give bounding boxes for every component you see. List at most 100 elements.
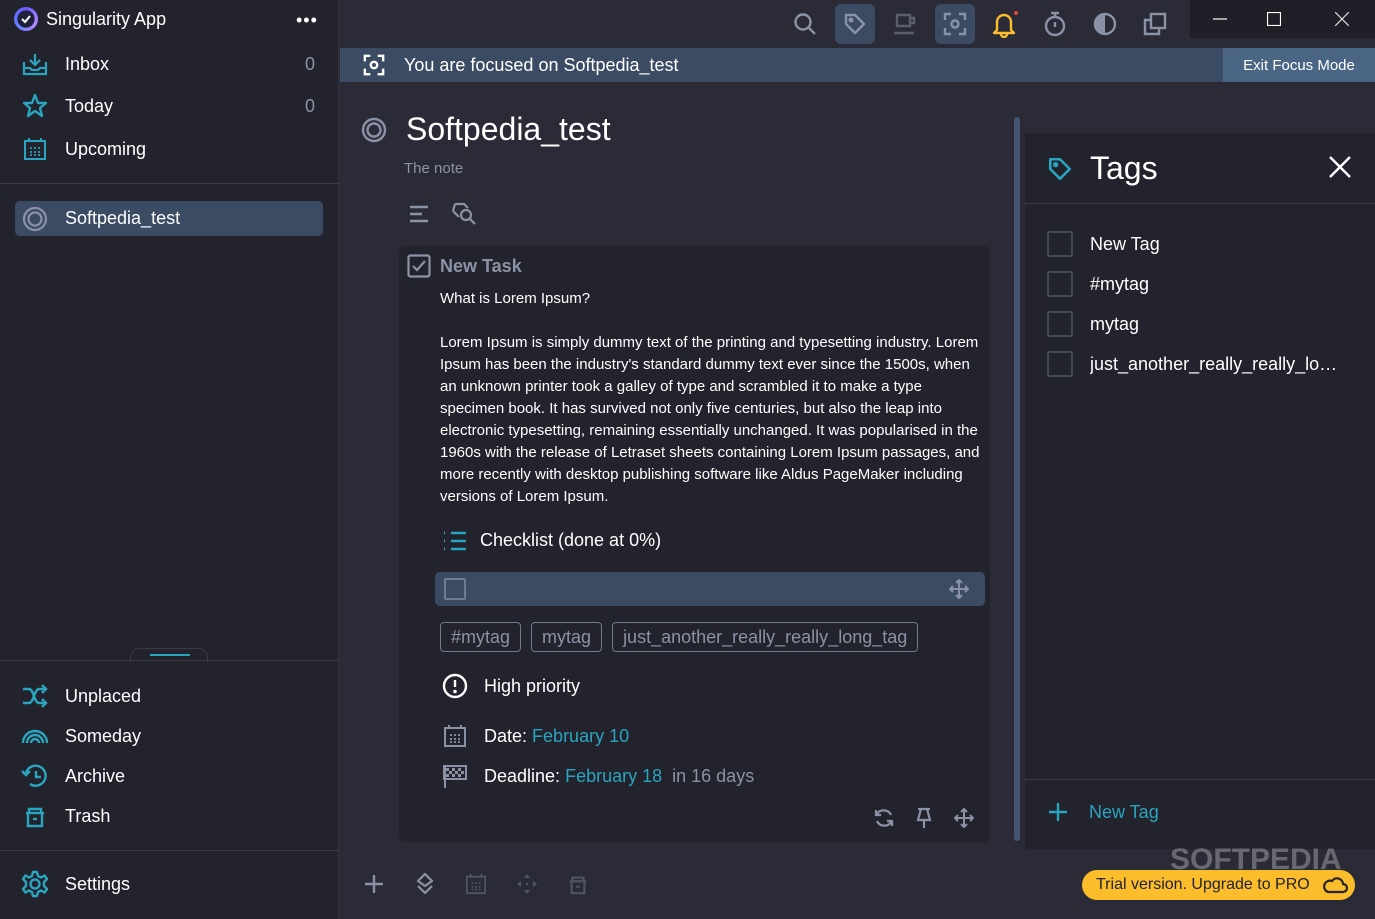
tag-label: #mytag [1090,273,1150,294]
close-tags-panel-button[interactable] [1329,156,1351,183]
notifications-button[interactable] [985,4,1025,44]
drag-handle-icon [954,808,974,828]
scrollbar[interactable] [1014,117,1020,841]
tag-chip[interactable]: #mytag [440,622,522,652]
sidebar: Singularity App ••• Inbox 0 Today 0 Upco… [0,0,339,919]
sidebar-item-someday[interactable]: Someday [0,716,339,756]
tag-checkbox[interactable] [1047,271,1073,297]
new-tag-label: New Tag [1089,801,1159,822]
priority-row[interactable]: High priority [440,671,580,701]
search-icon [794,13,816,35]
deadline-row[interactable]: Deadline: February 18 in 16 days [440,761,754,791]
app-logo-icon [14,7,38,31]
task-checkbox[interactable] [407,254,431,283]
window-controls [1190,0,1375,38]
repeat-icon [874,809,894,827]
focus-banner-text: You are focused on Softpedia_test [404,54,679,75]
tag-chip[interactable]: just_another_really_really_long_tag [612,622,919,652]
move-button[interactable] [952,806,976,830]
project-title[interactable]: Softpedia_test [406,111,611,148]
window-mode-button[interactable] [1135,4,1175,44]
sidebar-item-upcoming[interactable]: Upcoming [0,129,339,169]
calendar-icon [465,873,487,895]
break-button[interactable] [885,4,925,44]
tag-checkbox[interactable] [1047,311,1073,337]
project-circle-icon [361,117,387,148]
minimize-button[interactable] [1190,0,1250,38]
tag-list-item[interactable]: just_another_really_really_long_tag [1047,351,1340,377]
date-value[interactable]: February 10 [532,726,629,747]
task-title[interactable]: New Task [440,256,522,277]
add-project-button[interactable] [413,872,437,896]
focus-mode-button[interactable] [935,4,975,44]
checklist-item[interactable] [435,572,985,606]
task-description[interactable]: What is Lorem Ipsum? Lorem Ipsum is simp… [440,288,985,530]
plus-icon [1049,803,1067,821]
tag-list-item[interactable]: New Tag [1047,231,1160,257]
checklist-icon [442,530,468,557]
upgrade-pro-button[interactable]: Trial version. Upgrade to PRO [1082,870,1355,900]
focus-icon [943,12,967,36]
sort-button[interactable] [408,204,430,229]
filter-tags-button[interactable] [450,201,478,232]
tag-label: mytag [1090,313,1140,334]
rainbow-icon [21,722,49,750]
sidebar-divider [0,850,339,851]
repeat-button[interactable] [872,806,896,830]
trial-label: Trial version. Upgrade to PRO [1096,876,1310,893]
checkered-flag-icon [440,761,470,791]
sidebar-item-trash[interactable]: Trash [0,796,339,836]
sidebar-item-settings[interactable]: Settings [0,864,339,904]
maximize-button[interactable] [1244,0,1304,38]
theme-toggle-button[interactable] [1085,4,1125,44]
sidebar-item-today[interactable]: Today 0 [0,86,339,126]
checklist-item-checkbox[interactable] [444,578,466,600]
inbox-icon [21,50,49,78]
sidebar-project-softpedia-test[interactable]: Softpedia_test [15,201,323,236]
new-tag-button[interactable]: New Tag [1047,801,1159,823]
tag-checkbox[interactable] [1047,231,1073,257]
date-row[interactable]: Date: February 10 [440,721,629,751]
maximize-icon [1267,12,1281,26]
project-note[interactable]: The note [404,160,463,177]
tags-panel-header: Tags [1025,133,1375,204]
delete-button[interactable] [566,872,590,896]
tag-chip[interactable]: mytag [531,622,603,652]
tags-button[interactable] [835,4,875,44]
tag-checkbox[interactable] [1047,351,1073,377]
tags-panel-title: Tags [1090,150,1158,186]
deadline-value[interactable]: February 18 [565,766,662,787]
minimize-icon [1213,18,1227,20]
pin-button[interactable] [912,806,936,830]
focus-banner: You are focused on Softpedia_test Exit F… [340,48,1375,82]
sidebar-item-inbox[interactable]: Inbox 0 [0,44,339,84]
close-window-button[interactable] [1312,0,1372,38]
star-icon [21,92,49,120]
tag-list-item[interactable]: mytag [1047,311,1139,337]
schedule-button[interactable] [464,872,488,896]
timer-button[interactable] [1035,4,1075,44]
tag-list-item[interactable]: #mytag [1047,271,1149,297]
drag-handle-icon[interactable] [948,578,970,604]
move-to-button[interactable] [515,872,539,896]
priority-label: High priority [484,675,581,696]
add-task-button[interactable] [362,872,386,896]
close-icon [1329,156,1351,178]
sidebar-item-label: Settings [65,873,131,894]
sidebar-item-archive[interactable]: Archive [0,756,339,796]
tag-search-icon [451,202,476,225]
app-window: Singularity App ••• Inbox 0 Today 0 Upco… [0,0,1375,919]
sidebar-item-unplaced[interactable]: Unplaced [0,676,339,716]
more-menu-button[interactable]: ••• [296,10,318,31]
trash-icon [569,876,587,895]
inbox-count: 0 [304,53,315,74]
search-button[interactable] [785,4,825,44]
menu-lines-icon [410,205,428,223]
exit-focus-mode-button[interactable]: Exit Focus Mode [1223,48,1375,82]
sidebar-divider [0,183,339,184]
app-name: Singularity App [46,8,167,29]
task-card[interactable]: New Task What is Lorem Ipsum? Lorem Ipsu… [399,246,990,842]
shuffle-icon [21,682,49,710]
checklist-label: Checklist (done at 0%) [480,530,662,550]
app-brand[interactable]: Singularity App [14,5,166,33]
